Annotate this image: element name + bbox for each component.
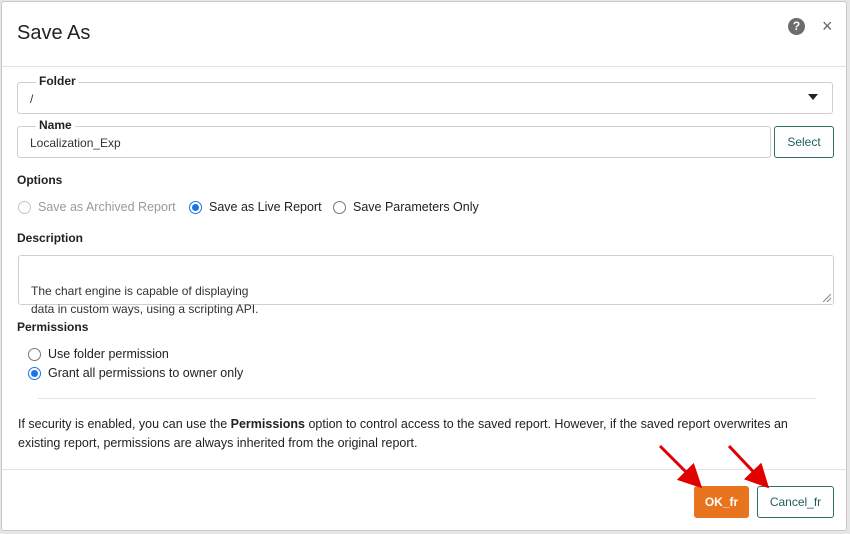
folder-select[interactable]: Folder /	[17, 74, 833, 114]
radio-save-archived-label: Save as Archived Report	[38, 200, 176, 214]
dialog-title: Save As	[17, 22, 91, 44]
divider	[38, 398, 816, 399]
radio-grant-owner-only-label[interactable]: Grant all permissions to owner only	[48, 366, 243, 380]
ok-button[interactable]: OK_fr	[694, 486, 749, 518]
cancel-button[interactable]: Cancel_fr	[757, 486, 834, 518]
folder-label: Folder	[36, 74, 79, 88]
save-as-dialog: Save As ? × Folder / Name Localization_E…	[1, 1, 847, 531]
help-icon[interactable]: ?	[788, 18, 805, 35]
permissions-label: Permissions	[17, 320, 89, 334]
select-button[interactable]: Select	[774, 126, 834, 158]
security-info-text: If security is enabled, you can use the …	[18, 415, 828, 453]
resize-handle-icon[interactable]	[823, 294, 831, 302]
description-text: The chart engine is capable of displayin…	[31, 284, 259, 316]
info-text-start: If security is enabled, you can use the	[18, 417, 231, 431]
radio-save-parameters-label[interactable]: Save Parameters Only	[353, 200, 479, 214]
dialog-header: Save As ? ×	[2, 2, 846, 67]
chevron-down-icon[interactable]	[808, 94, 818, 100]
name-input[interactable]: Localization_Exp	[30, 136, 121, 150]
footer-divider	[2, 469, 846, 470]
name-field[interactable]: Name Localization_Exp	[17, 118, 771, 158]
options-label: Options	[17, 173, 63, 187]
description-textarea[interactable]: The chart engine is capable of displayin…	[18, 255, 834, 316]
radio-save-live-label[interactable]: Save as Live Report	[209, 200, 322, 214]
radio-save-parameters[interactable]	[333, 201, 346, 214]
description-label: Description	[17, 231, 84, 245]
name-label: Name	[36, 118, 75, 132]
radio-use-folder-permission[interactable]	[28, 348, 41, 361]
radio-grant-owner-only[interactable]	[28, 367, 41, 380]
radio-save-archived	[18, 201, 31, 214]
radio-save-live[interactable]	[189, 201, 202, 214]
folder-value: /	[30, 92, 34, 106]
radio-use-folder-permission-label[interactable]: Use folder permission	[48, 347, 169, 361]
close-icon[interactable]: ×	[822, 17, 833, 35]
info-text-bold: Permissions	[230, 417, 305, 431]
